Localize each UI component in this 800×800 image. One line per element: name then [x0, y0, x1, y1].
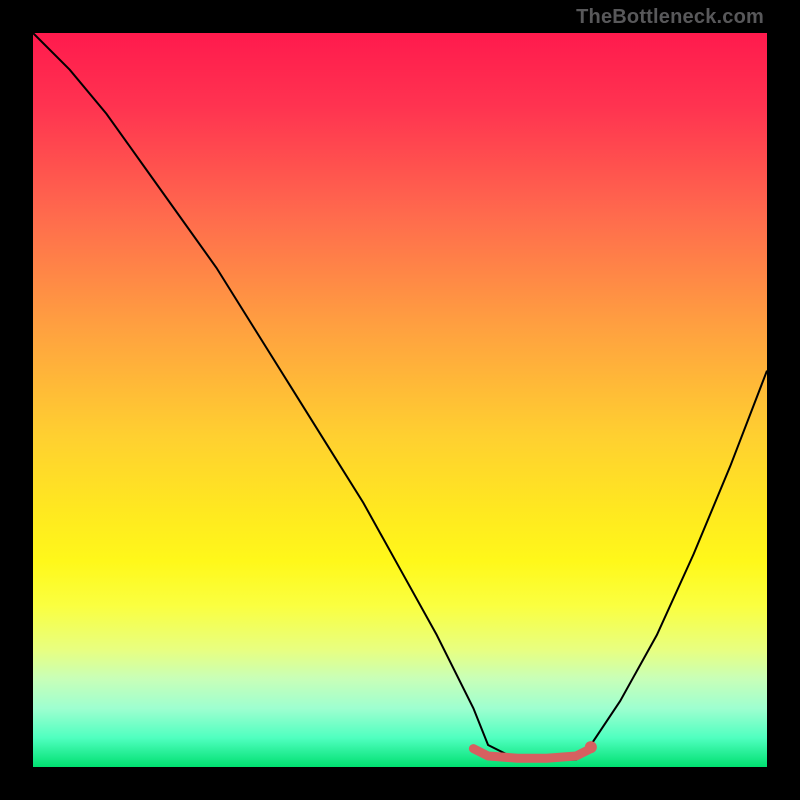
watermark-text: TheBottleneck.com [576, 6, 764, 29]
chart-container: TheBottleneck.com [0, 0, 800, 800]
curve-layer [33, 33, 767, 767]
optimal-marker [585, 741, 597, 753]
bottleneck-curve [33, 33, 767, 760]
optimal-band [473, 749, 590, 759]
